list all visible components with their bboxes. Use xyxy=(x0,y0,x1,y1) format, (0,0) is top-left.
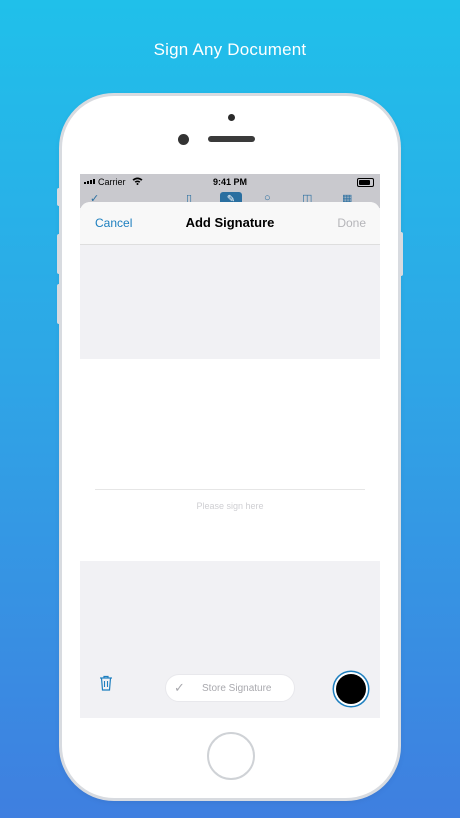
mute-switch xyxy=(57,188,61,206)
signature-baseline xyxy=(95,489,365,490)
phone-screen: Carrier 9:41 PM ✓ ▯ ✎ ○ ◫ ▦ Cancel Add S… xyxy=(80,174,380,718)
sheet-title: Add Signature xyxy=(185,215,275,230)
proximity-sensor xyxy=(228,114,235,121)
status-time: 9:41 PM xyxy=(212,177,247,187)
signature-pad[interactable]: Please sign here xyxy=(80,359,380,561)
add-signature-sheet: Cancel Add Signature Done Please sign he… xyxy=(80,202,380,718)
earpiece-speaker xyxy=(208,136,255,142)
checkmark-icon: ✓ xyxy=(174,680,185,695)
home-button[interactable] xyxy=(207,732,255,780)
pen-color-button[interactable] xyxy=(336,674,366,704)
status-bar: Carrier 9:41 PM xyxy=(80,174,380,190)
store-signature-label: Store Signature xyxy=(202,683,272,694)
sheet-nav-bar: Cancel Add Signature Done xyxy=(80,202,380,245)
power-button xyxy=(399,232,403,276)
store-signature-button[interactable]: ✓ Store Signature xyxy=(165,674,295,702)
volume-down-button xyxy=(57,284,61,324)
marketing-headline: Sign Any Document xyxy=(153,40,307,59)
signature-hint: Please sign here xyxy=(196,501,264,511)
front-camera xyxy=(178,134,189,145)
phone-frame: Carrier 9:41 PM ✓ ▯ ✎ ○ ◫ ▦ Cancel Add S… xyxy=(57,96,403,798)
done-button[interactable]: Done xyxy=(337,216,366,230)
battery-icon xyxy=(357,178,374,187)
volume-up-button xyxy=(57,234,61,274)
trash-icon[interactable] xyxy=(98,674,118,694)
